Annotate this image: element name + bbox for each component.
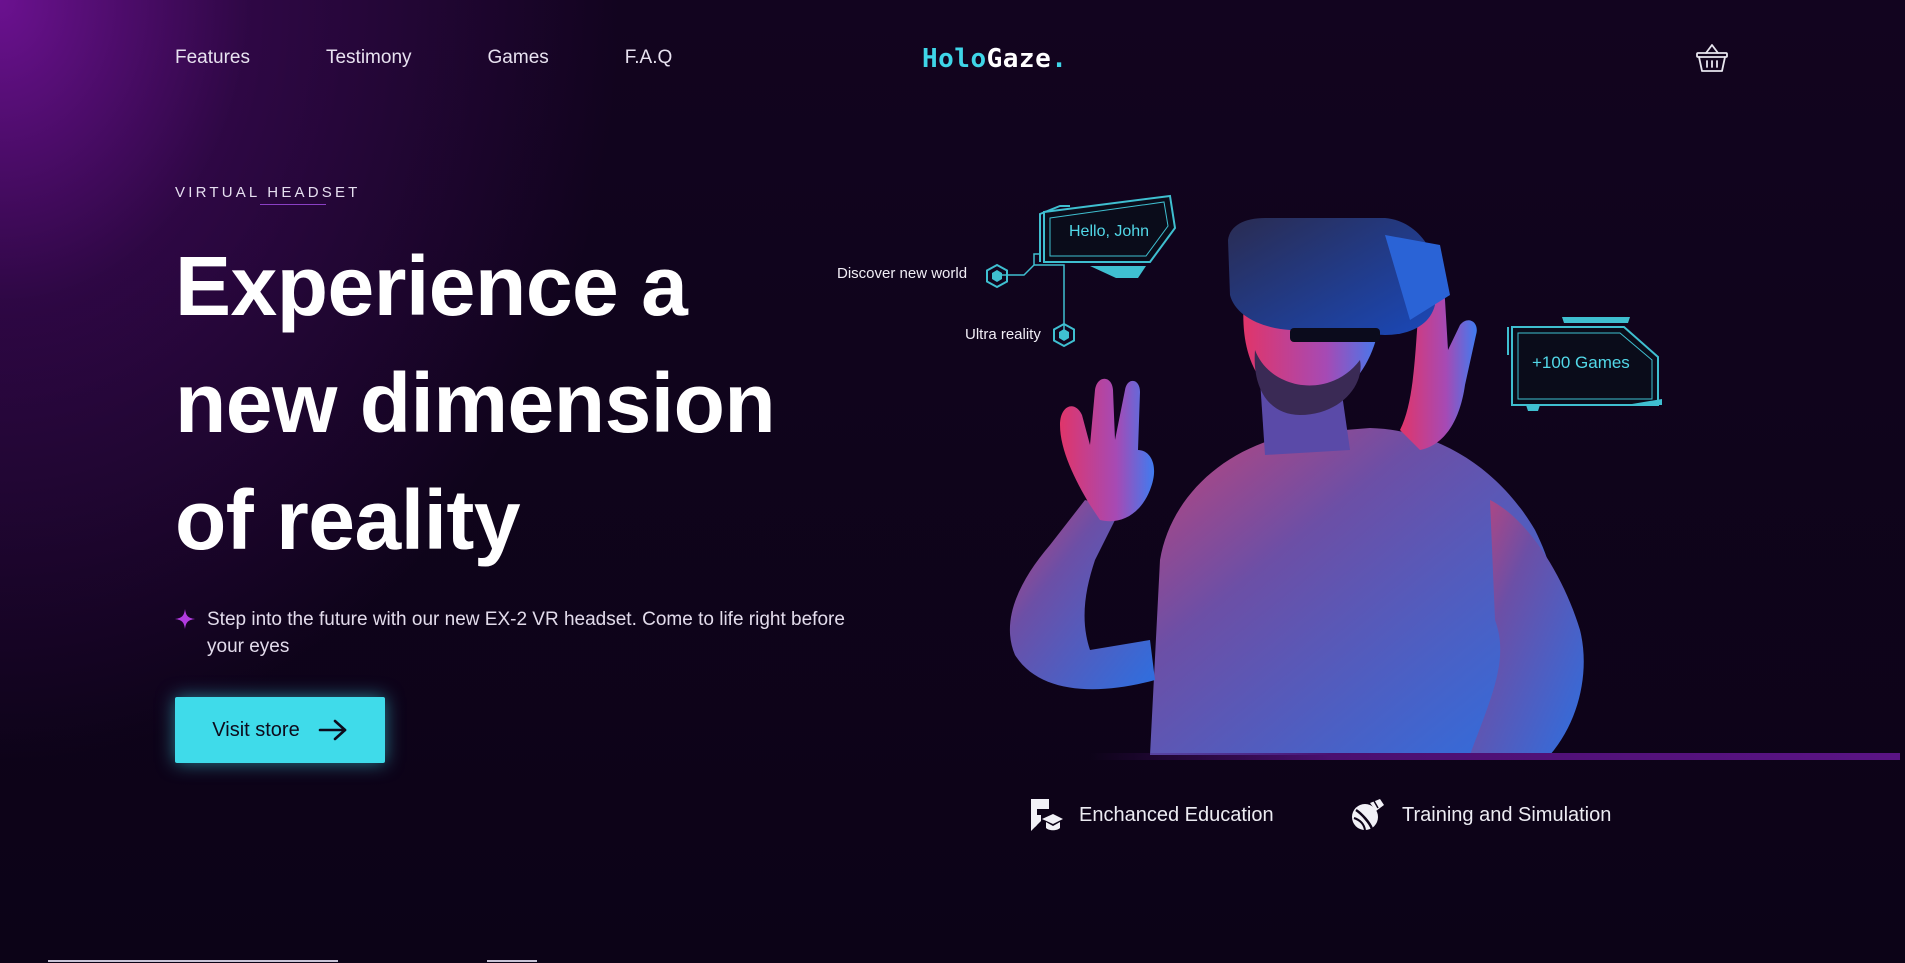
stage-glow-line bbox=[1090, 753, 1900, 760]
logo-dot: . bbox=[1051, 44, 1068, 74]
visit-store-label: Visit store bbox=[212, 718, 300, 741]
hud-games-text: +100 Games bbox=[1532, 353, 1630, 372]
bottom-divider-right bbox=[487, 960, 537, 962]
main-nav: Features Testimony Games F.A.Q bbox=[175, 47, 672, 69]
training-icon bbox=[1352, 799, 1384, 831]
headline-line-1: Experience a bbox=[175, 239, 688, 333]
headline-line-2: new dimension bbox=[175, 356, 776, 450]
visit-store-button[interactable]: Visit store bbox=[175, 697, 385, 763]
feature-training: Training and Simulation bbox=[1350, 797, 1611, 833]
hexagon-node-icon bbox=[986, 263, 1008, 289]
brand-logo[interactable]: HoloGaze. bbox=[922, 44, 1067, 74]
hero-description: Step into the future with our new EX-2 V… bbox=[207, 609, 845, 657]
nav-link-features[interactable]: Features bbox=[175, 47, 250, 69]
hero-description-block: Step into the future with our new EX-2 V… bbox=[175, 606, 855, 660]
feature-training-label: Training and Simulation bbox=[1402, 803, 1612, 826]
feature-education: Enchanced Education bbox=[1027, 797, 1274, 833]
feature-education-label: Enchanced Education bbox=[1079, 803, 1274, 826]
logo-part-gaze: Gaze bbox=[986, 44, 1052, 74]
nav-link-faq[interactable]: F.A.Q bbox=[625, 47, 673, 69]
education-icon bbox=[1031, 799, 1063, 831]
sparkle-icon bbox=[175, 609, 195, 629]
hero-headline: Experience a new dimension of reality bbox=[175, 228, 875, 579]
hud-greeting-text: Hello, John bbox=[1069, 223, 1150, 240]
nav-link-testimony[interactable]: Testimony bbox=[326, 47, 412, 69]
hud-discover-label: Discover new world bbox=[837, 265, 968, 282]
eyebrow-underline bbox=[260, 204, 326, 205]
landing-page: Features Testimony Games F.A.Q HoloGaze.… bbox=[0, 0, 1905, 963]
basket-icon[interactable] bbox=[1695, 42, 1729, 74]
hero-eyebrow: VIRTUAL HEADSET bbox=[175, 184, 361, 201]
nav-link-games[interactable]: Games bbox=[488, 47, 549, 69]
logo-part-holo: Holo bbox=[922, 44, 987, 74]
vr-user-illustration bbox=[1009, 218, 1584, 755]
bottom-divider-left bbox=[48, 960, 338, 962]
hud-ultra-label: Ultra reality bbox=[965, 326, 1041, 343]
hexagon-node-icon bbox=[1053, 322, 1075, 348]
headline-line-3: of reality bbox=[175, 473, 521, 567]
arrow-right-icon bbox=[318, 719, 347, 741]
